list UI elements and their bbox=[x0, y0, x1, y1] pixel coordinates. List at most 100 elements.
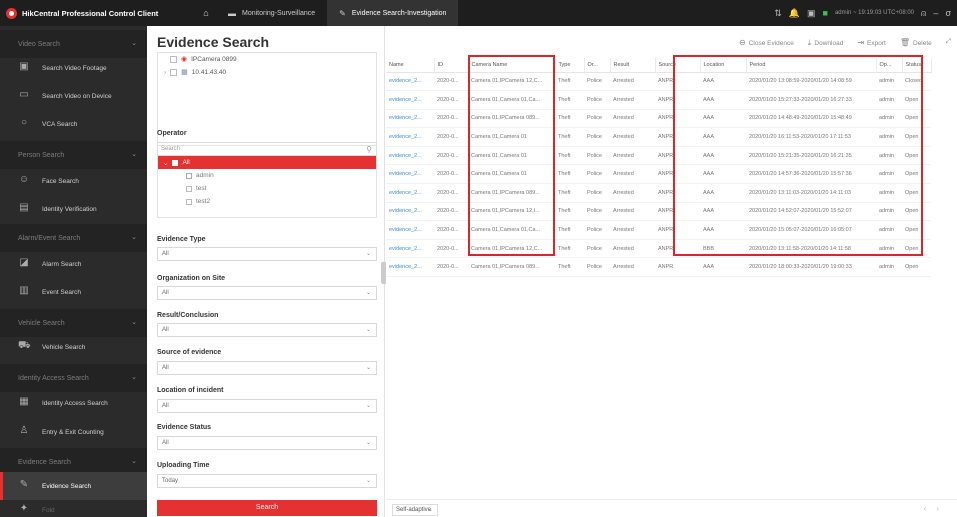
column-header[interactable]: Camera Name bbox=[468, 58, 556, 73]
sidebar-item-event-search[interactable]: ▥ Event Search bbox=[0, 278, 147, 306]
prev-page-icon[interactable]: ‹ bbox=[924, 504, 937, 513]
table-row[interactable]: evidence_2... 2020-0... Camera 01,Camera 0… bbox=[386, 90, 931, 110]
tree-item-device[interactable]: › ▦ 10.41.43.40 bbox=[164, 68, 226, 76]
sidebar-group-person-search[interactable]: Person Search ⌄ bbox=[0, 141, 147, 169]
table-row[interactable]: evidence_2... 2020-0... Camera 01,Camera 0… bbox=[386, 220, 931, 240]
checkbox[interactable] bbox=[170, 55, 177, 63]
checkbox[interactable] bbox=[186, 198, 192, 205]
column-header[interactable]: ID bbox=[434, 58, 469, 73]
table-row[interactable]: evidence_2... 2020-0... Camera 01,Camera 0… bbox=[386, 127, 931, 147]
column-header[interactable]: Status bbox=[902, 58, 932, 73]
evidence-name-link[interactable]: evidence_2... bbox=[386, 90, 434, 110]
result-select[interactable]: All ⌄ bbox=[157, 323, 377, 337]
sidebar-item-search-video-on-device[interactable]: ▭ Search Video on Device bbox=[0, 82, 147, 110]
evidence-name-link[interactable]: evidence_2... bbox=[386, 239, 434, 259]
sidebar-item-alarm-search[interactable]: ◪ Alarm Search bbox=[0, 250, 147, 278]
evidence-type-label: Evidence Type bbox=[157, 236, 206, 243]
column-header[interactable]: Source bbox=[655, 58, 701, 73]
table-cell: Open bbox=[902, 109, 931, 129]
evidence-name-link[interactable]: evidence_2... bbox=[386, 257, 434, 278]
table-row[interactable]: evidence_2... 2020-0... Camera 01,IPCamera… bbox=[386, 239, 931, 259]
table-row[interactable]: evidence_2... 2020-0... Camera 01,Camera 0… bbox=[386, 146, 931, 166]
column-header[interactable]: Location bbox=[700, 58, 747, 73]
sidebar-item-vca-search[interactable]: ○ VCA Search bbox=[0, 110, 147, 138]
sidebar-item-fold[interactable]: ✦ Fold bbox=[0, 496, 147, 517]
pagination-nav[interactable]: ‹› bbox=[924, 504, 949, 513]
evidence-name-link[interactable]: evidence_2... bbox=[386, 202, 434, 222]
table-row[interactable]: evidence_2... 2020-0... Camera 01,Camera 0… bbox=[386, 164, 931, 185]
table-cell: 2020-0... bbox=[434, 90, 468, 110]
chevron-right-icon[interactable]: › bbox=[164, 69, 166, 76]
evidence-type-select[interactable]: All ⌄ bbox=[157, 247, 377, 261]
alarm-icon[interactable]: 🔔 bbox=[789, 8, 800, 19]
account-icon[interactable]: ⍝ bbox=[921, 8, 926, 19]
operator-item-all[interactable]: ⌄ All bbox=[158, 156, 376, 169]
table-row[interactable]: evidence_2... 2020-0... Camera 01,IPCamera… bbox=[386, 257, 931, 278]
message-icon[interactable]: ▣ bbox=[807, 8, 816, 19]
sidebar-item-identity-verification[interactable]: ▤ Identity Verification bbox=[0, 195, 147, 223]
operator-search-input[interactable]: Search ⚲ bbox=[157, 142, 377, 156]
page-size-select[interactable]: Self-adaptive ⌄ bbox=[392, 504, 438, 516]
evidence-table: Name ID Camera Name Type Or... Result Source Lo… bbox=[386, 58, 932, 278]
chevron-down-icon[interactable]: ⌄ bbox=[163, 159, 168, 167]
table-row[interactable]: evidence_2... 2020-0... Camera 01,IPCamera… bbox=[386, 109, 931, 129]
operator-item-admin[interactable]: admin bbox=[186, 172, 214, 179]
checkbox[interactable] bbox=[170, 68, 178, 76]
delete-button[interactable]: 🗑 Delete bbox=[900, 38, 932, 48]
sidebar-item-face-search[interactable]: ☺ Face Search bbox=[0, 167, 147, 195]
evidence-name-link[interactable]: evidence_2... bbox=[386, 146, 434, 166]
sidebar-group-alarm-event-search[interactable]: Alarm/Event Search ⌄ bbox=[0, 224, 147, 252]
evidence-name-link[interactable]: evidence_2... bbox=[386, 164, 434, 185]
status-select[interactable]: All ⌄ bbox=[157, 436, 377, 450]
table-cell: Camera 01,Camera 01 bbox=[468, 164, 555, 185]
close-evidence-button[interactable]: ⊖ Close Evidence bbox=[739, 38, 794, 48]
column-header[interactable]: Type bbox=[555, 58, 585, 73]
column-header[interactable]: Name bbox=[386, 58, 435, 73]
user-info[interactable]: admin ~ 19:19:03 UTC+08:00 bbox=[835, 10, 914, 16]
evidence-name-link[interactable]: evidence_2... bbox=[386, 183, 434, 203]
evidence-name-link[interactable]: evidence_2... bbox=[386, 127, 434, 147]
minimize-icon[interactable]: – bbox=[933, 8, 938, 18]
sidebar-item-identity-access-search[interactable]: ▦ Identity Access Search bbox=[0, 389, 147, 417]
export-button[interactable]: ⇥ Export bbox=[857, 38, 886, 48]
table-row[interactable]: evidence_2... 2020-0... Camera 01,IPCamera… bbox=[386, 72, 931, 92]
checkbox-checked[interactable] bbox=[186, 172, 192, 179]
event-search-icon: ▥ bbox=[19, 285, 29, 296]
search-icon[interactable]: ⚲ bbox=[366, 144, 372, 156]
tab-evidence-search-investigation[interactable]: ✎ Evidence Search-Investigation bbox=[327, 0, 459, 26]
column-header[interactable]: Result bbox=[610, 58, 656, 73]
table-cell: Camera 01,Camera 01,Ca... bbox=[468, 220, 555, 240]
evidence-name-link[interactable]: evidence_2... bbox=[386, 109, 434, 129]
checkbox[interactable] bbox=[186, 185, 192, 192]
download-button[interactable]: ⤓ Download bbox=[808, 38, 843, 48]
sidebar-item-entry-exit-counting[interactable]: ♙ Entry & Exit Counting bbox=[0, 418, 147, 446]
column-header[interactable]: Or... bbox=[584, 58, 611, 73]
table-row[interactable]: evidence_2... 2020-0... Camera 01,IPCamera… bbox=[386, 183, 931, 203]
checkbox[interactable] bbox=[172, 159, 179, 166]
operator-item-test[interactable]: test bbox=[186, 185, 206, 192]
table-row[interactable]: evidence_2... 2020-0... Camera 01,IPCamera… bbox=[386, 202, 931, 222]
close-window-icon[interactable]: σ bbox=[945, 8, 951, 18]
expand-icon[interactable]: ⤢ bbox=[946, 38, 951, 48]
tree-item-camera[interactable]: ◉ IPCamera 0899 bbox=[170, 55, 237, 63]
column-header[interactable]: Period bbox=[746, 58, 877, 73]
location-select[interactable]: All ⌄ bbox=[157, 399, 377, 413]
organization-select[interactable]: All ⌄ bbox=[157, 286, 377, 300]
home-icon[interactable]: ⌂ bbox=[196, 8, 216, 18]
sort-icon[interactable]: ⇅ bbox=[774, 8, 782, 19]
operator-item-test2[interactable]: test2 bbox=[186, 198, 210, 205]
sidebar-item-vehicle-search[interactable]: ⛟ Vehicle Search bbox=[0, 333, 147, 361]
tab-monitoring-surveillance[interactable]: ▬ Monitoring-Surveillance bbox=[216, 0, 327, 26]
sidebar-group-identity-access-search[interactable]: Identity Access Search ⌄ bbox=[0, 364, 147, 392]
status-icon[interactable]: ■ bbox=[823, 8, 828, 18]
chevron-down-icon: ⌄ bbox=[131, 319, 137, 326]
column-header[interactable]: Op... bbox=[876, 58, 903, 73]
uploading-time-select[interactable]: Today ⌄ bbox=[157, 474, 377, 488]
search-button[interactable]: Search bbox=[157, 500, 377, 516]
source-select[interactable]: All ⌄ bbox=[157, 361, 377, 375]
evidence-name-link[interactable]: evidence_2... bbox=[386, 72, 434, 92]
toolbar: ⊖ Close Evidence ⤓ Download ⇥ Export 🗑 Delet… bbox=[739, 38, 951, 48]
evidence-name-link[interactable]: evidence_2... bbox=[386, 220, 434, 240]
sidebar-item-search-video-footage[interactable]: ▣ Search Video Footage bbox=[0, 54, 147, 82]
next-page-icon[interactable]: › bbox=[936, 504, 949, 513]
